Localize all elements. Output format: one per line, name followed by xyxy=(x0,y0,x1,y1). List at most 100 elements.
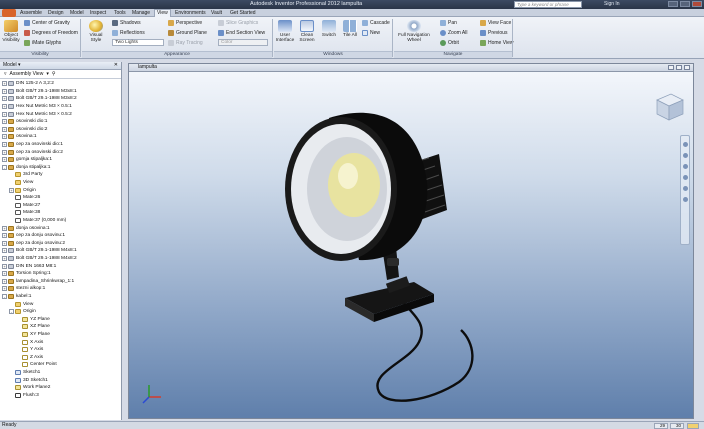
expand-icon[interactable]: + xyxy=(2,240,7,246)
tree-item[interactable]: Flush:3 xyxy=(9,392,39,400)
tab-vault[interactable]: Vault xyxy=(211,10,222,16)
tab-design[interactable]: Design xyxy=(48,10,64,16)
perspective-button[interactable]: Perspective xyxy=(168,19,202,26)
tab-get-started[interactable]: Get Started xyxy=(230,10,256,16)
tree-item[interactable]: + Bolt GB/T 29.1-1988 M3x8:2 xyxy=(2,95,77,103)
reflections-button[interactable]: Reflections xyxy=(112,29,145,36)
tree-item[interactable]: Mate:37 (0,000 mm) xyxy=(9,217,66,225)
expand-icon[interactable]: + xyxy=(2,88,7,94)
tree-item[interactable]: Center Point xyxy=(16,361,57,369)
expand-icon[interactable]: + xyxy=(2,157,7,163)
expand-icon[interactable]: + xyxy=(2,119,7,125)
tab-view[interactable]: View xyxy=(154,9,171,17)
more-tools-icon[interactable] xyxy=(682,197,688,202)
tree-item[interactable]: + lampadina_Shrinkwrap_1:1 xyxy=(2,278,74,286)
tab-inspect[interactable]: Inspect xyxy=(90,10,106,16)
previous-view-button[interactable]: Previous xyxy=(480,29,507,36)
expand-icon[interactable]: + xyxy=(2,263,7,269)
expand-icon[interactable]: + xyxy=(2,233,7,239)
minimize-button[interactable] xyxy=(668,1,678,7)
3d-canvas[interactable] xyxy=(129,72,693,418)
orbit-button[interactable]: Orbit xyxy=(440,39,459,46)
tree-item[interactable]: Z Axis xyxy=(16,354,43,362)
tab-tools[interactable]: Tools xyxy=(114,10,126,16)
help-search-input[interactable]: Type a keyword or phrase xyxy=(514,1,582,8)
ground-plane-button[interactable]: Ground Plane xyxy=(168,29,207,36)
tree-item[interactable]: + Bolt GB/T 29.1-1988 M3x8:1 xyxy=(2,88,77,96)
expand-icon[interactable]: + xyxy=(2,271,7,277)
tree-item[interactable]: + gornja stipaljka:1 xyxy=(2,156,52,164)
chevron-down-icon[interactable]: ▾ xyxy=(46,70,49,78)
tree-item[interactable]: + Torsion Spring:1 xyxy=(2,270,51,278)
expand-icon[interactable]: + xyxy=(2,278,7,284)
tree-item[interactable]: + Origin xyxy=(9,186,36,194)
tree-item[interactable]: Y Axis xyxy=(16,346,43,354)
tree-item[interactable]: + stezni alkop:1 xyxy=(2,285,45,293)
tree-item[interactable]: XY Plane xyxy=(16,331,50,339)
chevron-down-icon[interactable]: ▾ xyxy=(18,62,21,68)
expand-icon[interactable]: + xyxy=(2,134,7,140)
tree-item[interactable]: YZ Plane xyxy=(16,316,50,324)
ray-tracing-button[interactable]: Ray Tracing xyxy=(168,39,203,46)
object-visibility-button[interactable]: Object Visibility xyxy=(2,20,20,43)
expand-icon[interactable]: + xyxy=(9,187,14,193)
tree-item[interactable]: - donja stipaljka:1 xyxy=(2,164,50,172)
look-at-icon[interactable] xyxy=(682,186,688,191)
lighting-style-dropdown[interactable]: Two Lights xyxy=(112,39,164,46)
close-button[interactable] xyxy=(692,1,702,7)
collapse-icon[interactable]: - xyxy=(2,294,7,300)
degrees-of-freedom-button[interactable]: Degrees of Freedom xyxy=(24,29,78,36)
user-interface-button[interactable]: User Interface xyxy=(275,20,295,43)
clean-screen-button[interactable]: Clean Screen xyxy=(297,20,317,43)
slice-graphics-button[interactable]: Slice Graphics xyxy=(218,19,258,26)
tree-item[interactable]: Sketch1 xyxy=(9,369,40,377)
tree-item[interactable]: View xyxy=(9,300,33,308)
tree-item[interactable]: View xyxy=(9,179,33,187)
orbit-icon[interactable] xyxy=(682,175,688,180)
view-face-button[interactable]: View Face xyxy=(480,19,511,26)
tree-item[interactable]: + Bolt GB/T 29.1-1988 M4x8:1 xyxy=(2,247,77,255)
expand-icon[interactable]: + xyxy=(2,111,7,117)
viewcube-icon[interactable] xyxy=(651,92,685,122)
tab-model[interactable]: Model xyxy=(70,10,84,16)
steering-wheel-icon[interactable] xyxy=(682,142,688,147)
tree-item[interactable]: - kabel:1 xyxy=(2,293,31,301)
tree-item[interactable]: XZ Plane xyxy=(16,323,50,331)
doc-close-button[interactable] xyxy=(684,65,690,70)
tree-item[interactable]: - Origin xyxy=(9,308,36,316)
assembly-view-dropdown[interactable]: Assembly View xyxy=(10,70,44,78)
tree-item[interactable]: + cep za donju osovinu:2 xyxy=(2,240,65,248)
tree-item[interactable]: + osovinski dio:2 xyxy=(2,126,47,134)
tree-item[interactable]: X Axis xyxy=(16,338,43,346)
expand-icon[interactable]: + xyxy=(2,256,7,262)
expand-icon[interactable]: + xyxy=(2,149,7,155)
tree-item[interactable]: Mate:26 xyxy=(9,194,40,202)
expand-icon[interactable]: + xyxy=(2,96,7,102)
doc-minimize-button[interactable] xyxy=(668,65,674,70)
new-window-button[interactable]: New xyxy=(362,29,380,36)
expand-icon[interactable]: + xyxy=(2,225,7,231)
tree-item[interactable]: Mate:38 xyxy=(9,209,40,217)
zoom-all-button[interactable]: Zoom All xyxy=(440,29,467,36)
pan-button[interactable]: Pan xyxy=(440,19,457,26)
expand-icon[interactable]: + xyxy=(2,126,7,132)
tree-item[interactable]: Work Plane2 xyxy=(9,384,50,392)
collapse-icon[interactable]: - xyxy=(9,309,14,315)
home-view-button[interactable]: Home View xyxy=(480,39,513,46)
tree-item[interactable]: + cep za osovinski dio:1 xyxy=(2,141,63,149)
expand-icon[interactable]: + xyxy=(2,286,7,292)
full-navigation-wheel-button[interactable]: Full Navigation Wheel xyxy=(396,20,432,43)
cascade-button[interactable]: Cascade xyxy=(362,19,390,26)
tree-item[interactable]: + DIN EN 1663 M8:1 xyxy=(2,262,56,270)
shadows-button[interactable]: Shadows xyxy=(112,19,141,26)
tree-item[interactable]: + Hex Nut Metric M3 × 0.5:2 xyxy=(2,110,72,118)
pan-icon[interactable] xyxy=(682,153,688,158)
expand-icon[interactable]: + xyxy=(2,104,7,110)
expand-icon[interactable]: + xyxy=(2,81,7,87)
color-override-dropdown[interactable]: Color xyxy=(218,39,268,46)
expand-icon[interactable]: + xyxy=(2,142,7,148)
graphics-window[interactable]: lampulta xyxy=(128,63,694,419)
maximize-button[interactable] xyxy=(680,1,690,7)
tree-item[interactable]: 3rd Party xyxy=(9,171,42,179)
tree-item[interactable]: + DIN 125-2 A 3,2:2 xyxy=(2,80,54,88)
